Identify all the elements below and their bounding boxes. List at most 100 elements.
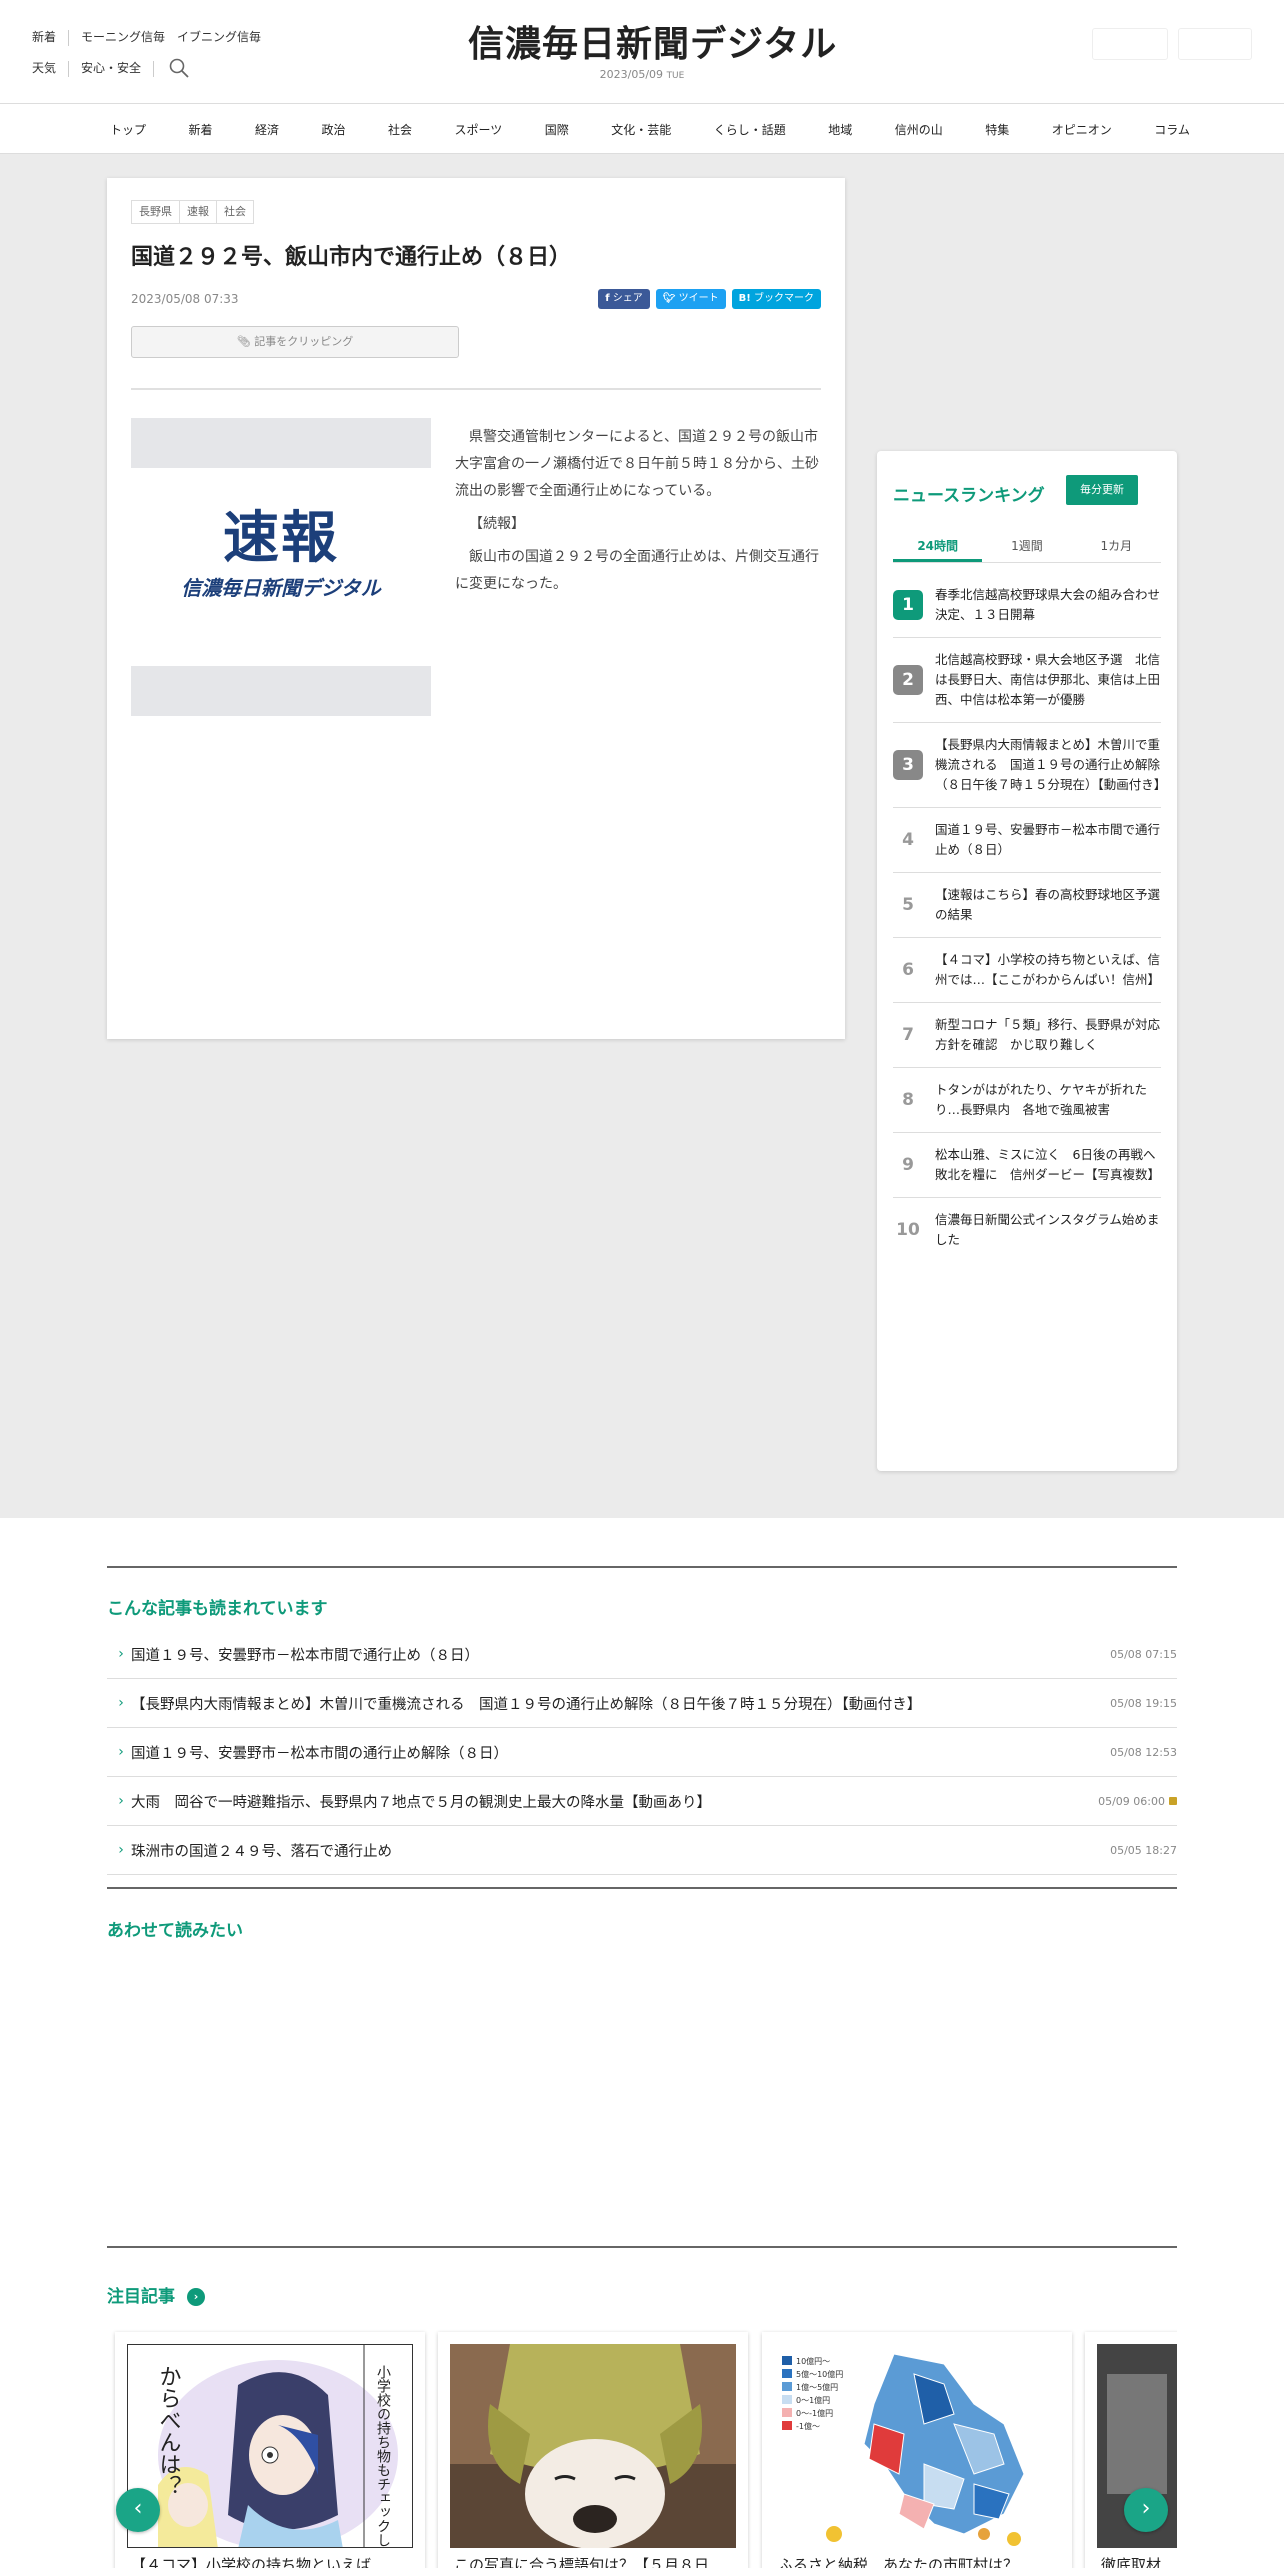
featured-card[interactable]: 10億円～ 5億～10億円 1億～5億円 0～1億円 0～-1億円 -1億～ ふるさと納税… <box>762 2332 1072 2568</box>
popular-article-link[interactable]: › 珠洲市の国道２４９号、落石で通行止め 05/05 18:27 <box>107 1826 1177 1875</box>
popular-article-link[interactable]: › 国道１９号、安曇野市－松本市間の通行止め解除（８日） 05/08 12:53 <box>107 1728 1177 1777</box>
featured-card[interactable]: 徹底取材 <box>1085 2332 1177 2568</box>
hatena-bookmark-button[interactable]: B! ブックマーク <box>731 289 821 309</box>
header-link-weather[interactable]: 天気 <box>32 53 56 84</box>
carousel-prev-button[interactable]: ‹ <box>116 2488 160 2532</box>
popular-article-link[interactable]: › 【長野県内大雨情報まとめ】木曽川で重機流される 国道１９号の通行止め解除（８日… <box>107 1679 1177 1728</box>
carousel-next-button[interactable]: › <box>1124 2488 1168 2532</box>
rank-number: 10 <box>896 1220 920 1240</box>
popular-list: › 国道１９号、安曇野市－松本市間で通行止め（８日） 05/08 07:15 › 【長野… <box>107 1630 1177 1875</box>
site-logo[interactable]: 信濃毎日新聞デジタル 2023/05/09 TUE <box>468 22 838 81</box>
ranking-update-badge: 毎分更新 <box>1066 475 1138 505</box>
rank-number: 7 <box>902 1025 914 1045</box>
nav-item[interactable]: 新着 <box>189 121 213 138</box>
rank-number: 2 <box>893 665 923 695</box>
header-link-evening[interactable]: イブニング信毎 <box>177 22 261 53</box>
clip-article-button[interactable]: 📎︎ 記事をクリッピング <box>131 326 459 358</box>
popular-article-link[interactable]: › 大雨 岡谷で一時避難指示、長野県内７地点で５月の観測史上最大の降水量【動画あり… <box>107 1777 1177 1826</box>
featured-caption: ふるさと納税 あなたの市町村は？ <box>778 2556 1019 2568</box>
section-divider <box>107 1566 1177 1568</box>
featured-caption: 【４コマ】小学校の持ち物といえば <box>131 2556 372 2568</box>
legend-swatch <box>782 2395 792 2404</box>
article-date: 2023/05/08 07:33 <box>131 292 239 306</box>
nav-item[interactable]: 政治 <box>322 121 346 138</box>
logo-text: 信濃毎日新聞デジタル <box>468 23 838 65</box>
ranking-item[interactable]: 8 トタンがはがれたり、ケヤキが折れたり…長野県内 各地で強風被害 <box>893 1068 1161 1133</box>
share-buttons: f シェア 🐦︎ ツイート B! ブックマーク <box>598 289 821 309</box>
tag-society[interactable]: 社会 <box>216 200 254 224</box>
ranking-item[interactable]: 3 【長野県内大雨情報まとめ】木曽川で重機流される 国道１９号の通行止め解除（８日… <box>893 723 1166 808</box>
ranking-item[interactable]: 10 信濃毎日新聞公式インスタグラム始めました <box>893 1198 1161 1262</box>
svg-text:小学校の持ち物もチェックしないと…: 小学校の持ち物もチェックしないと… <box>375 2365 391 2548</box>
ranking-item[interactable]: 9 松本山雅、ミスに泣く 6日後の再戦へ敗北を糧に 信州ダービー【写真複数】 <box>893 1133 1161 1198</box>
featured-caption: 徹底取材 <box>1101 2556 1162 2568</box>
legend-swatch <box>782 2356 792 2365</box>
ranking-item-title: 新型コロナ「５類」移行、長野県が対応方針を確認 かじ取り難しく <box>935 1017 1161 1052</box>
header-button[interactable] <box>1092 28 1168 60</box>
chevron-left-icon: ‹ <box>133 2496 143 2521</box>
chevron-right-icon[interactable]: › <box>187 2288 205 2306</box>
main-nav: トップ 新着 経済 政治 社会 スポーツ 国際 文化・芸能 くらし・話題 地域 信州の山 特集 オピニオ… <box>0 104 1284 154</box>
nav-item[interactable]: くらし・話題 <box>714 121 786 138</box>
nav-item[interactable]: オピニオン <box>1052 121 1112 138</box>
legend-label: -1億～ <box>796 2421 820 2431</box>
ranking-item[interactable]: 1 春季北信越高校野球県大会の組み合わせ決定、１３日開幕 <box>893 573 1161 638</box>
nav-item[interactable]: 文化・芸能 <box>611 121 671 138</box>
twitter-icon: 🐦︎ <box>662 293 676 304</box>
ranking-item[interactable]: 4 国道１９号、安曇野市－松本市間で通行止め（８日） <box>893 808 1161 873</box>
featured-card[interactable]: この写真に合う標語旬は？【５月８日 <box>438 2332 748 2568</box>
paperclip-icon: 📎︎ <box>236 335 251 348</box>
ranking-tabs: 24時間 1週間 1カ月 <box>893 533 1161 563</box>
ranking-list: 1 春季北信越高校野球県大会の組み合わせ決定、１３日開幕 2 北信越高校野球・県大会地… <box>893 573 1166 1262</box>
tag-nagano[interactable]: 長野県 <box>131 200 179 224</box>
hatena-icon: B! <box>738 293 751 304</box>
nav-item[interactable]: コラム <box>1154 121 1190 138</box>
facebook-share-button[interactable]: f シェア <box>598 289 650 309</box>
tab-1week[interactable]: 1週間 <box>982 533 1071 562</box>
nav-item[interactable]: トップ <box>110 121 146 138</box>
ranking-item[interactable]: 6 【４コマ】小学校の持ち物といえば、信州では…【ここがわからんぱい！信州】 <box>893 938 1161 1003</box>
featured-caption: この写真に合う標語旬は？【５月８日 <box>454 2556 710 2568</box>
popular-article-link[interactable]: › 国道１９号、安曇野市－松本市間で通行止め（８日） 05/08 07:15 <box>107 1630 1177 1679</box>
nav-item[interactable]: 特集 <box>985 121 1009 138</box>
ranking-item-title: 春季北信越高校野球県大会の組み合わせ決定、１３日開幕 <box>935 587 1161 622</box>
twitter-share-button[interactable]: 🐦︎ ツイート <box>655 289 726 309</box>
tab-1month[interactable]: 1カ月 <box>1072 533 1161 562</box>
rank-number: 9 <box>902 1155 914 1175</box>
nav-item[interactable]: 国際 <box>545 121 569 138</box>
header-link-safety[interactable]: 安心・安全 <box>81 53 141 84</box>
nav-item[interactable]: 信州の山 <box>895 121 943 138</box>
article-body: 県警交通管制センターによると、国道２９２号の飯山市大字富倉の一ノ瀬橋付近で８日午… <box>455 424 823 604</box>
ranking-item-title: 【４コマ】小学校の持ち物といえば、信州では…【ここがわからんぱい！信州】 <box>935 952 1161 987</box>
header-link-morning[interactable]: モーニング信毎 <box>81 22 165 53</box>
nav-item[interactable]: 経済 <box>255 121 279 138</box>
search-icon[interactable] <box>168 57 192 81</box>
tab-24h[interactable]: 24時間 <box>893 533 983 562</box>
popular-article-date: 05/08 19:15 <box>1110 1696 1177 1710</box>
rank-number: 4 <box>902 830 914 850</box>
rank-number: 6 <box>902 960 914 980</box>
rank-number: 1 <box>893 590 923 620</box>
dog-photo <box>450 2344 736 2548</box>
nav-item[interactable]: 社会 <box>388 121 412 138</box>
popular-article-title: 国道１９号、安曇野市－松本市間で通行止め（８日） <box>131 1647 479 1664</box>
nav-item[interactable]: 地域 <box>828 121 852 138</box>
chevron-right-icon: › <box>118 1842 124 1858</box>
facebook-icon: f <box>605 293 610 304</box>
popular-article-date: 05/08 07:15 <box>1110 1647 1177 1661</box>
ranking-item-title: 北信越高校野球・県大会地区予選 北信は長野日大、南信は伊那北、東信は上田西、中信… <box>935 652 1161 707</box>
header-button[interactable] <box>1178 28 1252 60</box>
choropleth-map-image: 10億円～ 5億～10億円 1億～5億円 0～1億円 0～-1億円 -1億～ <box>774 2344 1060 2548</box>
divider <box>68 29 70 46</box>
manga-image: 小学校の持ち物もチェックしないと… からべんは？ <box>127 2344 413 2548</box>
tag-breaking[interactable]: 速報 <box>179 200 216 224</box>
popular-article-title: 珠洲市の国道２４９号、落石で通行止め <box>131 1843 392 1860</box>
featured-carousel: 小学校の持ち物もチェックしないと… からべんは？ 【４コマ】小学校の持ち物といえ… <box>107 2328 1177 2568</box>
ranking-item[interactable]: 7 新型コロナ「５類」移行、長野県が対応方針を確認 かじ取り難しく <box>893 1003 1161 1068</box>
ranking-item-title: トタンがはがれたり、ケヤキが折れたり…長野県内 各地で強風被害 <box>935 1082 1148 1117</box>
ranking-item[interactable]: 5 【速報はこちら】春の高校野球地区予選の結果 <box>893 873 1161 938</box>
featured-card[interactable]: 小学校の持ち物もチェックしないと… からべんは？ 【４コマ】小学校の持ち物といえ… <box>115 2332 425 2568</box>
ranking-item[interactable]: 2 北信越高校野球・県大会地区予選 北信は長野日大、南信は伊那北、東信は上田西、中… <box>893 638 1161 723</box>
header-link-new[interactable]: 新着 <box>32 22 56 53</box>
nav-item[interactable]: スポーツ <box>455 121 503 138</box>
